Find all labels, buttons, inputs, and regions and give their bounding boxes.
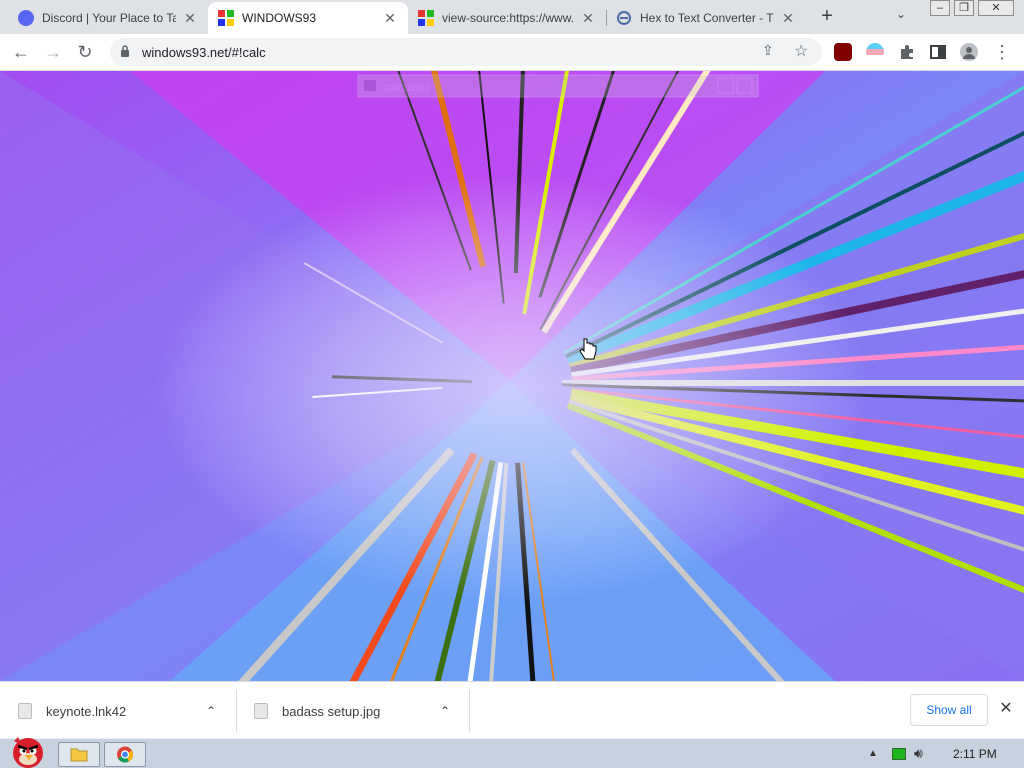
tab-hex-converter[interactable]: Hex to Text Converter - T ✕ bbox=[606, 2, 806, 34]
start-button[interactable] bbox=[4, 731, 50, 768]
divider bbox=[469, 690, 470, 732]
forward-button[interactable]: → bbox=[41, 41, 65, 65]
chevron-up-icon[interactable]: ⌃ bbox=[440, 704, 450, 718]
reload-button[interactable]: ↻ bbox=[73, 41, 97, 65]
ghost-window: calculator bbox=[357, 74, 759, 98]
file-icon bbox=[254, 703, 268, 719]
divider bbox=[236, 690, 237, 732]
volume-icon[interactable]: 🔊︎ bbox=[914, 745, 923, 762]
chevron-up-icon[interactable]: ⌃ bbox=[206, 704, 216, 718]
tab-title: WINDOWS93 bbox=[242, 11, 317, 25]
download-item[interactable]: keynote.lnk42 ⌃ bbox=[18, 690, 233, 732]
tunnel-graphic: calculator bbox=[0, 71, 1024, 681]
new-tab-button[interactable]: + bbox=[815, 5, 839, 29]
tab-strip: Discord | Your Place to Ta ✕ WINDOWS93 ✕… bbox=[0, 0, 1024, 34]
tab-title: view-source:https://www. bbox=[442, 11, 574, 25]
os-taskbar: ▲ 🔊︎ 2:11 PM bbox=[0, 737, 1024, 768]
tab-windows93[interactable]: WINDOWS93 ✕ bbox=[208, 2, 408, 34]
download-bar: keynote.lnk42 ⌃ badass setup.jpg ⌃ Show … bbox=[0, 681, 1024, 738]
ublock-extension-icon[interactable] bbox=[834, 43, 852, 61]
file-explorer-taskbar-button[interactable] bbox=[58, 742, 100, 767]
close-download-bar-button[interactable]: ✕ bbox=[996, 699, 1016, 719]
chrome-menu-button[interactable]: ⋮ bbox=[990, 41, 1014, 65]
download-item[interactable]: badass setup.jpg ⌃ bbox=[254, 690, 466, 732]
side-panel-icon[interactable] bbox=[929, 43, 947, 61]
windows93-page[interactable]: calculator bbox=[0, 71, 1024, 681]
network-icon[interactable] bbox=[892, 748, 906, 760]
chrome-icon bbox=[117, 746, 133, 763]
system-tray: ▲ 🔊︎ 2:11 PM bbox=[840, 742, 1024, 767]
discord-icon bbox=[18, 10, 34, 26]
profile-avatar[interactable] bbox=[960, 43, 978, 61]
extensions-puzzle-icon[interactable] bbox=[898, 43, 916, 61]
minimize-button[interactable]: – bbox=[930, 0, 950, 16]
window-close-button[interactable]: ✕ bbox=[978, 0, 1014, 16]
center-glow bbox=[0, 71, 1024, 681]
download-filename: keynote.lnk42 bbox=[46, 703, 127, 719]
share-icon[interactable]: ⇪ bbox=[762, 42, 774, 59]
chrome-taskbar-button[interactable] bbox=[104, 742, 146, 767]
browser-toolbar: ← → ↻ windows93.net/#!calc ⇪ ☆ ⋮ bbox=[0, 34, 1024, 71]
close-icon[interactable]: ✕ bbox=[580, 10, 596, 27]
converter-icon bbox=[616, 10, 632, 26]
address-bar[interactable]: windows93.net/#!calc ⇪ ☆ bbox=[110, 38, 822, 66]
angry-bird-icon bbox=[13, 737, 43, 768]
tab-title: Hex to Text Converter - T bbox=[640, 11, 774, 25]
file-icon bbox=[18, 703, 32, 719]
tab-title: Discord | Your Place to Ta bbox=[42, 11, 176, 25]
tab-search-button[interactable]: ⌄ bbox=[896, 7, 906, 21]
bookmark-star-icon[interactable]: ☆ bbox=[794, 41, 808, 61]
close-icon[interactable]: ✕ bbox=[382, 10, 398, 27]
flag-extension-icon[interactable] bbox=[866, 43, 884, 61]
clock[interactable]: 2:11 PM bbox=[953, 747, 997, 761]
download-filename: badass setup.jpg bbox=[282, 703, 381, 719]
show-all-button[interactable]: Show all bbox=[910, 694, 988, 726]
tray-expand-icon[interactable]: ▲ bbox=[868, 748, 878, 759]
back-button[interactable]: ← bbox=[9, 41, 33, 65]
windows93-icon bbox=[218, 10, 234, 26]
folder-icon bbox=[70, 748, 88, 762]
tab-discord[interactable]: Discord | Your Place to Ta ✕ bbox=[8, 2, 208, 34]
tab-view-source[interactable]: view-source:https://www. ✕ bbox=[408, 2, 606, 34]
maximize-button[interactable]: ❐ bbox=[954, 0, 974, 16]
close-icon[interactable]: ✕ bbox=[780, 10, 796, 27]
url-text: windows93.net/#!calc bbox=[142, 45, 266, 60]
windows93-icon bbox=[418, 10, 434, 26]
close-icon[interactable]: ✕ bbox=[182, 10, 198, 27]
ghost-window-title: calculator bbox=[384, 82, 431, 94]
lock-icon bbox=[120, 45, 130, 57]
